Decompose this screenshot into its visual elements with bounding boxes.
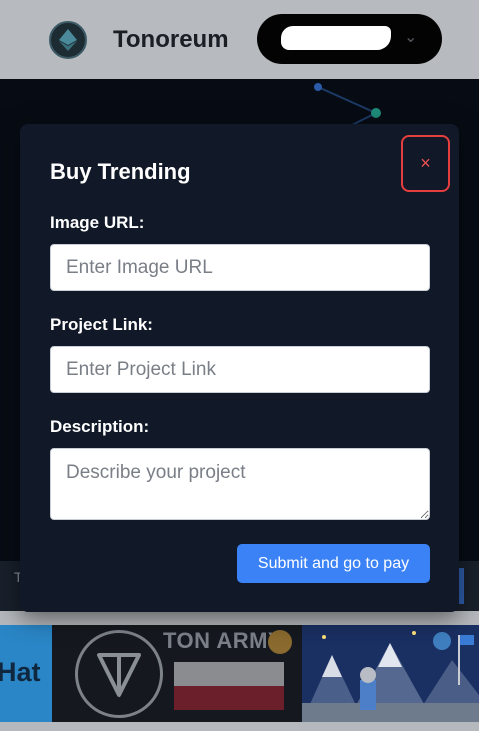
flag-stripe-white	[174, 662, 284, 686]
pixel-art-image	[302, 625, 479, 722]
description-label: Description:	[50, 417, 150, 436]
chevron-down-icon: ⌄	[404, 29, 418, 46]
thumbnail-pixel-art[interactable]	[302, 625, 479, 722]
description-textarea[interactable]	[50, 448, 430, 520]
project-link-input[interactable]	[50, 346, 430, 393]
wallet-connect-button[interactable]: ⌄	[257, 14, 442, 64]
flag-stripe-red	[174, 686, 284, 710]
close-icon: ×	[420, 153, 431, 173]
smiley-icon	[268, 630, 292, 654]
project-link-label: Project Link:	[50, 315, 153, 334]
thumbnail-hat[interactable]: Hat	[0, 625, 52, 722]
close-button[interactable]: ×	[401, 135, 450, 192]
modal-title: Buy Trending	[50, 159, 191, 184]
brand-name: Tonoreum	[113, 26, 229, 53]
trending-thumbnails: Hat TON ARMY	[0, 625, 479, 722]
image-url-input[interactable]	[50, 244, 430, 291]
app-header: Tonoreum ⌄	[0, 0, 479, 79]
ethereum-diamond-icon	[59, 29, 77, 51]
image-url-label: Image URL:	[50, 213, 145, 232]
redacted-wallet-address	[281, 26, 391, 50]
bottom-divider	[0, 722, 479, 731]
divider	[0, 611, 479, 625]
tonoreum-logo[interactable]	[49, 21, 87, 59]
ton-army-title: TON ARMY	[163, 628, 284, 653]
ton-coin-icon	[75, 630, 163, 718]
thumbnail-hat-text: Hat	[0, 657, 41, 687]
buy-trending-modal: Buy Trending × Image URL: Project Link: …	[20, 124, 459, 612]
submit-and-pay-button[interactable]: Submit and go to pay	[237, 544, 430, 583]
thumbnail-ton-army[interactable]: TON ARMY	[52, 625, 302, 722]
